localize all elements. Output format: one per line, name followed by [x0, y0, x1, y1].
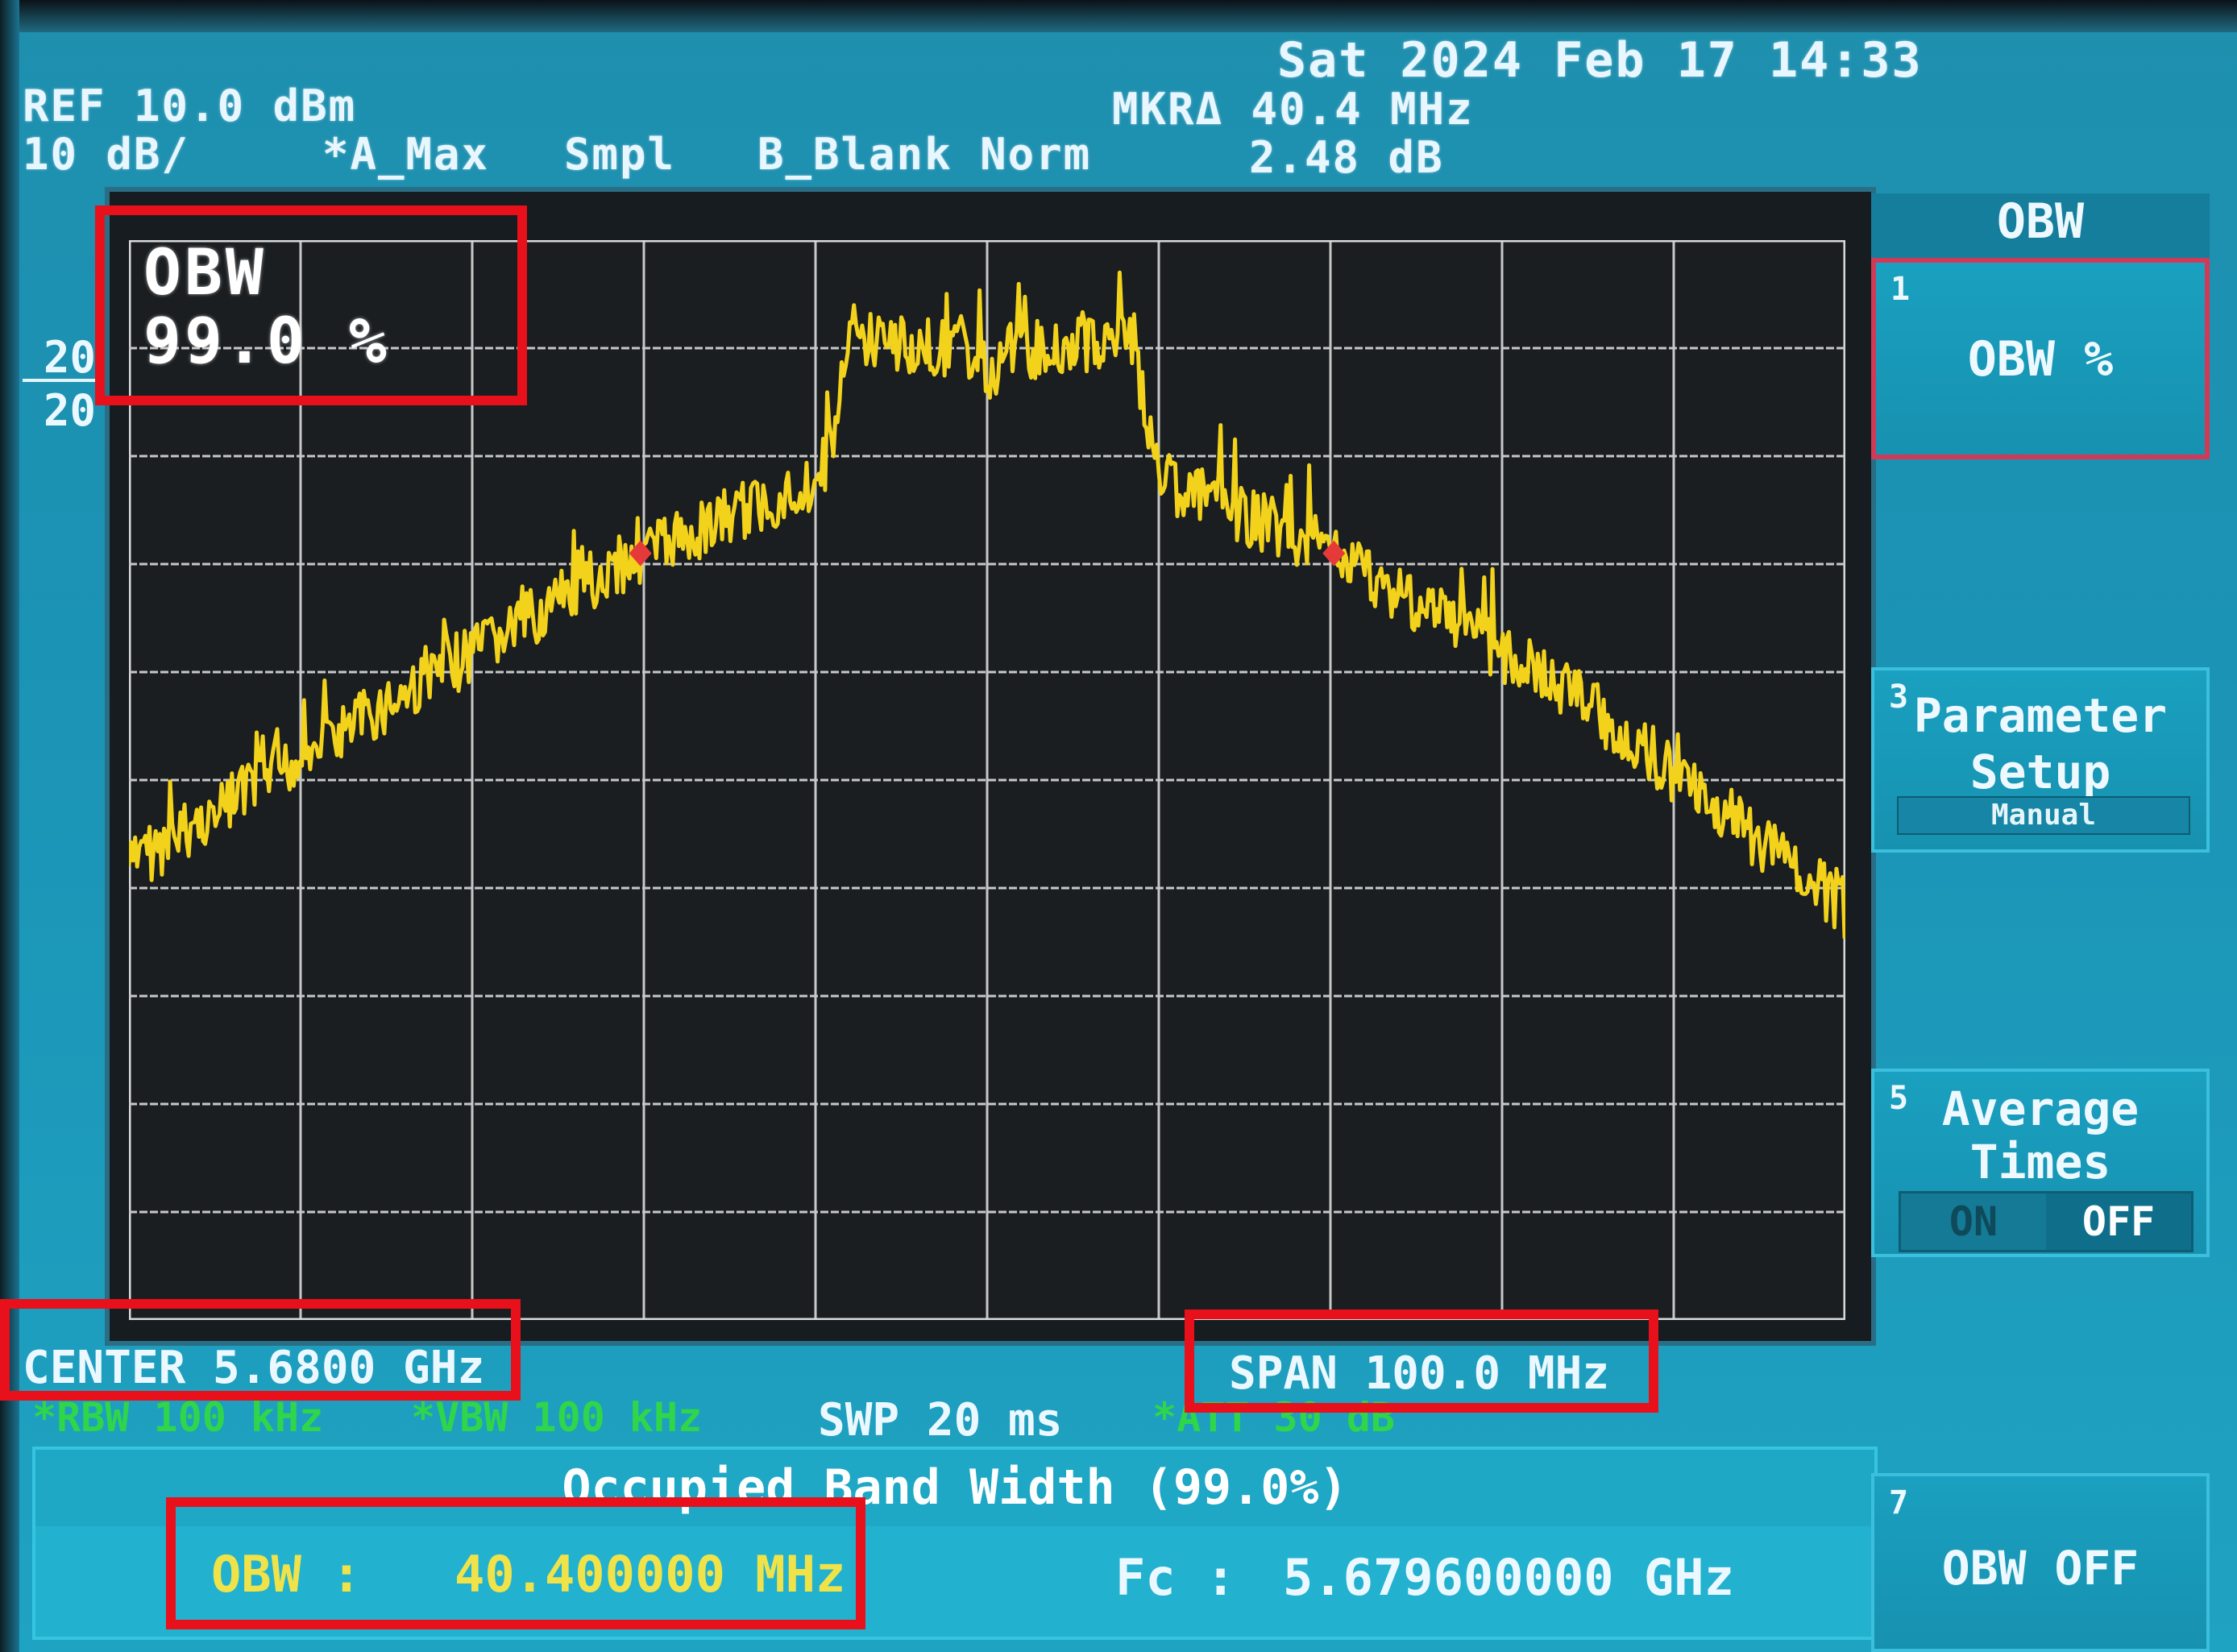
softkey-5-label-line2: Times [1969, 1135, 2111, 1189]
marker-delta-amp: 2.48 dB [1249, 132, 1444, 183]
softkey-column: 1 OBW % 3 Parameter Setup Manual 5 Avera… [1871, 184, 2210, 1652]
average-times-toggle[interactable]: ON OFF [1899, 1191, 2193, 1252]
highlight-box-center [0, 1299, 521, 1401]
datetime: Sat 2024 Feb 17 14:33 [1277, 32, 1923, 89]
softkey-obw-percent[interactable]: 1 OBW % [1871, 258, 2210, 459]
softkey-5-label-line1: Average [1941, 1081, 2139, 1136]
toggle-off-option[interactable]: OFF [2046, 1193, 2191, 1250]
softkey-parameter-setup[interactable]: 3 Parameter Setup Manual [1871, 667, 2210, 853]
ref-tick-bottom: 20 [44, 385, 97, 436]
marker-delta-freq: MKRΔ 40.4 MHz [1112, 84, 1474, 135]
sweep-time: SWP 20 ms [818, 1394, 1063, 1447]
softkey-3-mode: Manual [1897, 796, 2190, 835]
softkey-1-label: OBW % [1967, 331, 2114, 388]
softkey-3-label-line2: Setup [1969, 745, 2111, 799]
softkey-3-label-line1: Parameter [1913, 688, 2168, 743]
result-fc-label: Fc : [1115, 1548, 1236, 1607]
highlight-box-obw-result [166, 1497, 865, 1629]
result-fc-value: 5.679600000 GHz [1283, 1548, 1734, 1607]
highlight-box-span [1185, 1310, 1658, 1413]
toggle-on-option[interactable]: ON [1901, 1193, 2046, 1250]
scale-per-div: 10 dB/ [23, 129, 190, 180]
softkey-obw-off[interactable]: 7 OBW OFF [1871, 1473, 2210, 1652]
rbw: *RBW 100 kHz [32, 1394, 324, 1441]
bezel-left [0, 0, 19, 1652]
highlight-box-obw-percent [95, 205, 527, 405]
softkey-7-number: 7 [1889, 1484, 1909, 1521]
ref-level-line [23, 379, 103, 382]
ref-tick-top: 20 [44, 332, 97, 383]
detector-mode: Smpl [564, 129, 676, 180]
softkey-1-number: 1 [1890, 271, 1911, 308]
ref-level: REF 10.0 dBm [23, 81, 357, 131]
bezel-top [0, 0, 2237, 32]
softkey-7-label: OBW OFF [1941, 1541, 2139, 1596]
softkey-average-times[interactable]: 5 Average Times ON OFF [1871, 1069, 2210, 1257]
trace-b-mode: B_Blank Norm [757, 129, 1092, 180]
vbw: *VBW 100 kHz [411, 1394, 703, 1441]
trace-a-mode: *A_Max [322, 129, 490, 180]
analyzer-screen: Sat 2024 Feb 17 14:33 REF 10.0 dBm 10 dB… [0, 0, 2237, 1652]
